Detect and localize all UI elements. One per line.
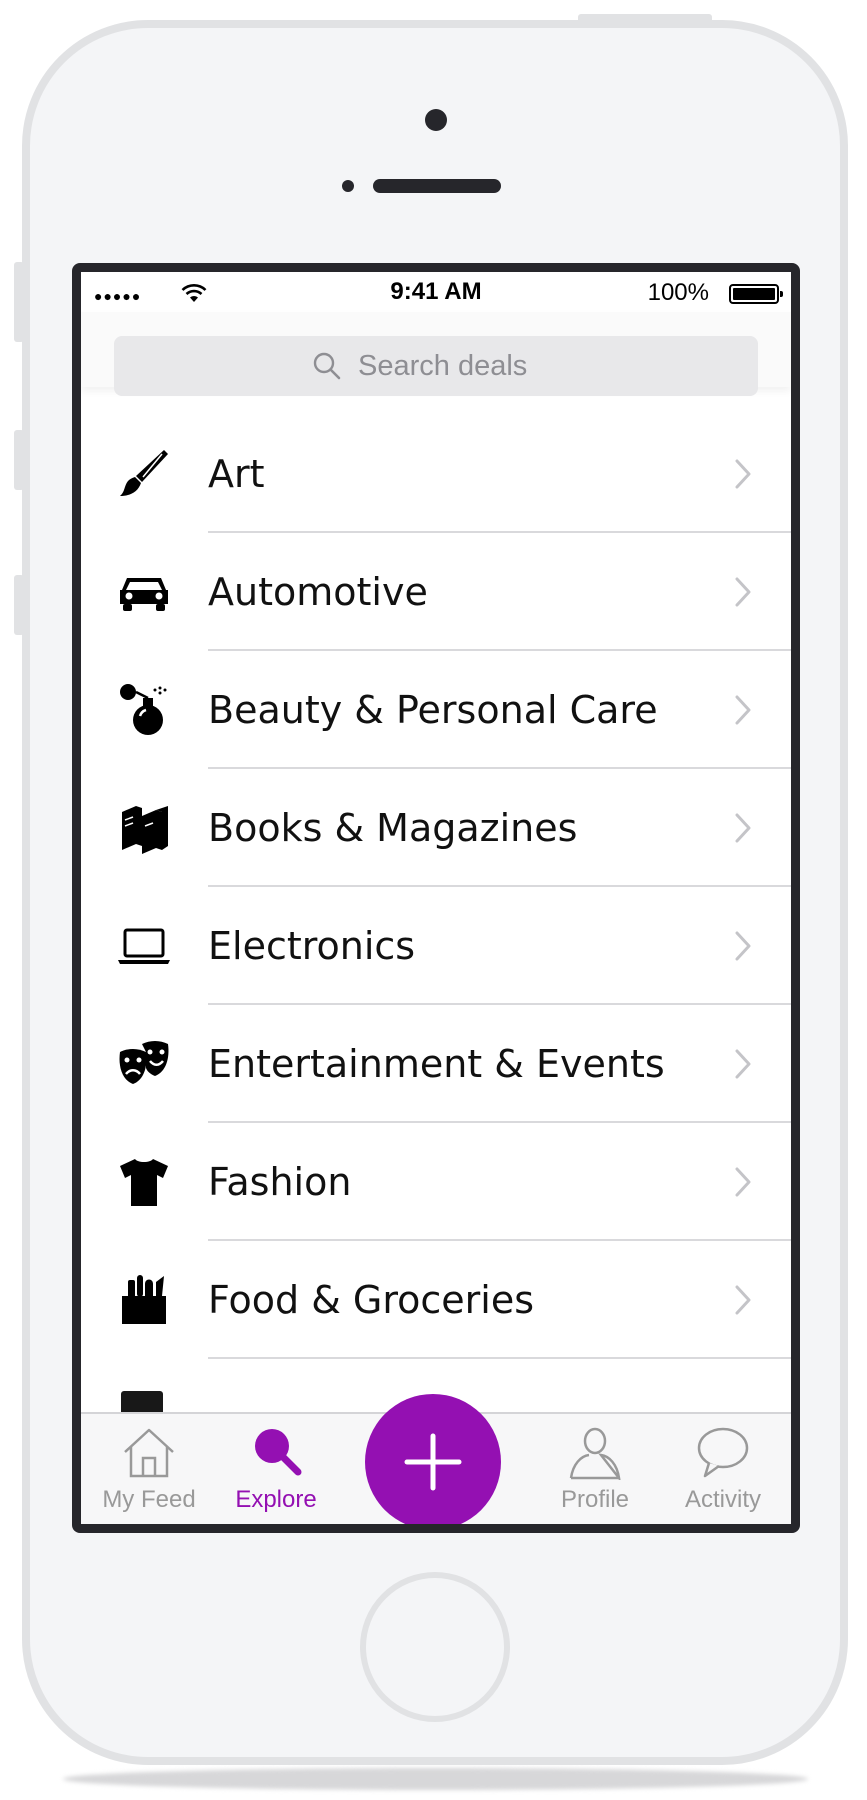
paintbrush-icon <box>120 450 168 496</box>
grocery-bag-icon <box>122 1275 166 1324</box>
laptop-icon <box>118 928 170 964</box>
category-row-fashion[interactable]: Fashion <box>81 1123 791 1241</box>
plus-icon <box>404 1433 462 1491</box>
chat-bubble-icon <box>697 1427 749 1478</box>
battery-percentage: 100% <box>647 279 709 306</box>
earpiece-speaker <box>373 179 501 193</box>
chevron-right-icon <box>735 459 751 489</box>
tab-activity[interactable]: Activity <box>663 1414 783 1524</box>
books-icon <box>122 806 168 854</box>
chevron-right-icon <box>735 577 751 607</box>
chevron-right-icon <box>735 813 751 843</box>
chevron-right-icon <box>735 1167 751 1197</box>
front-camera <box>425 109 447 131</box>
category-label: Beauty & Personal Care <box>208 688 658 732</box>
chevron-right-icon <box>735 695 751 725</box>
tab-profile[interactable]: Profile <box>535 1414 655 1524</box>
tab-my-feed[interactable]: My Feed <box>89 1414 209 1524</box>
search-input[interactable] <box>356 348 560 384</box>
category-list: Art Automotive Beauty & Personal Care Bo… <box>81 415 791 1359</box>
theater-masks-icon <box>119 1041 169 1084</box>
perfume-icon <box>120 684 167 735</box>
category-label: Books & Magazines <box>208 806 578 850</box>
add-deal-button[interactable] <box>365 1394 501 1524</box>
category-label: Art <box>208 452 265 496</box>
category-row-entertainment[interactable]: Entertainment & Events <box>81 1005 791 1123</box>
tab-label: My Feed <box>102 1486 196 1513</box>
category-row-automotive[interactable]: Automotive <box>81 533 791 651</box>
category-row-food[interactable]: Food & Groceries <box>81 1241 791 1359</box>
tab-label: Explore <box>235 1486 317 1513</box>
home-icon <box>124 1428 174 1478</box>
chevron-right-icon <box>735 1285 751 1315</box>
search-icon <box>255 1429 302 1476</box>
category-label: Automotive <box>208 570 428 614</box>
tab-label: Activity <box>684 1486 761 1513</box>
power-button <box>578 14 712 24</box>
tshirt-icon <box>120 1159 168 1206</box>
search-icon <box>313 352 341 380</box>
row-separator <box>208 1357 791 1359</box>
device-shadow <box>63 1768 808 1790</box>
category-label: Food & Groceries <box>208 1278 535 1322</box>
battery-icon <box>729 284 783 304</box>
chevron-right-icon <box>735 1049 751 1079</box>
tab-explore[interactable]: Explore <box>216 1414 336 1524</box>
status-bar: ●●●●● 9:41 AM 100% <box>81 272 791 312</box>
category-label: Entertainment & Events <box>208 1042 665 1086</box>
category-row-art[interactable]: Art <box>81 415 791 533</box>
search-header <box>81 312 791 396</box>
category-row-beauty[interactable]: Beauty & Personal Care <box>81 651 791 769</box>
car-icon <box>120 578 168 611</box>
tab-label: Profile <box>560 1486 630 1513</box>
search-bar[interactable] <box>114 336 758 396</box>
person-icon <box>569 1427 621 1480</box>
app-screen: ●●●●● 9:41 AM 100% Art <box>81 272 791 1524</box>
chevron-right-icon <box>735 931 751 961</box>
proximity-sensor <box>342 180 354 192</box>
mute-switch <box>14 262 24 342</box>
category-row-electronics[interactable]: Electronics <box>81 887 791 1005</box>
category-label: Fashion <box>208 1160 352 1204</box>
volume-down-button <box>14 575 24 635</box>
category-label: Electronics <box>208 924 416 968</box>
home-button[interactable] <box>360 1572 510 1722</box>
volume-up-button <box>14 430 24 490</box>
category-row-books[interactable]: Books & Magazines <box>81 769 791 887</box>
